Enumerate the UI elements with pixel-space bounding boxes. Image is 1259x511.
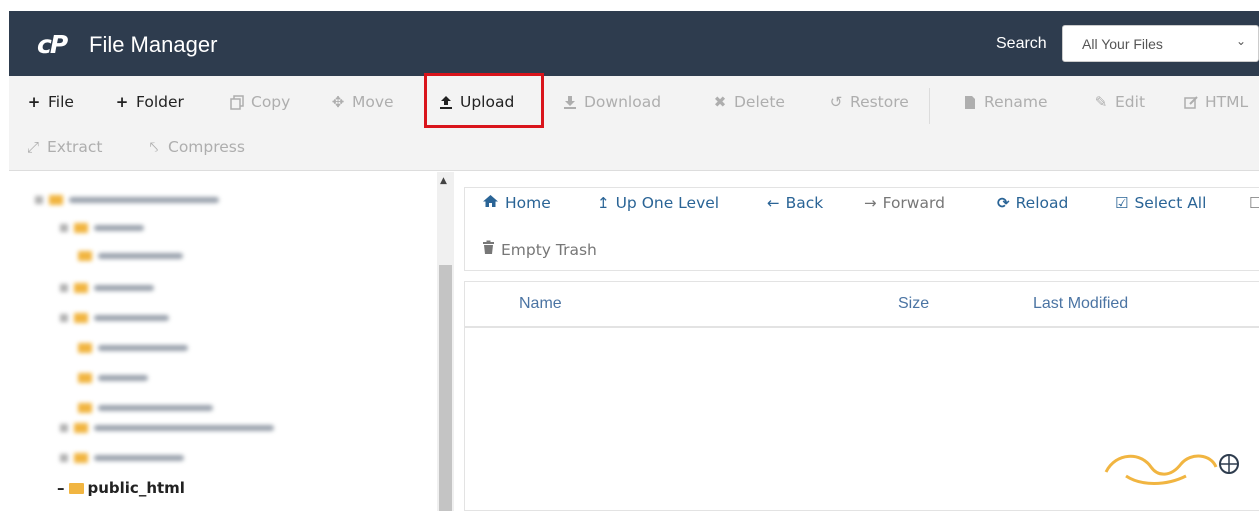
html-edit-icon	[1183, 94, 1199, 110]
search-scope-value: All Your Files	[1082, 36, 1163, 52]
home-button[interactable]: Home	[482, 193, 551, 213]
app-title: File Manager	[89, 32, 218, 57]
refresh-icon: ⟳	[997, 194, 1010, 212]
html-editor-label: HTML	[1205, 93, 1249, 111]
tree-item-label: public_html	[87, 479, 185, 497]
cpanel-logo[interactable]: cP	[37, 31, 68, 59]
forward-button[interactable]: → Forward	[864, 193, 945, 213]
copy-icon	[229, 94, 245, 110]
download-button[interactable]: Download	[562, 92, 661, 112]
search-scope-select[interactable]: All Your Files ⌄	[1062, 25, 1259, 62]
unselect-all-button[interactable]: ☐	[1249, 193, 1259, 213]
tree-item[interactable]	[60, 281, 154, 295]
file-icon	[962, 94, 978, 110]
tree-item[interactable]	[78, 401, 213, 415]
home-label: Home	[505, 194, 551, 212]
app-header: cP File Manager Search All Your Files ⌄	[9, 11, 1259, 76]
tree-item[interactable]	[35, 193, 219, 207]
back-label: Back	[785, 194, 824, 212]
up-one-level-button[interactable]: ↥ Up One Level	[597, 193, 719, 213]
download-label: Download	[584, 93, 662, 111]
new-folder-button[interactable]: + Folder	[114, 92, 184, 112]
undo-icon: ↺	[829, 93, 843, 111]
plus-icon: +	[115, 93, 129, 111]
pencil-icon: ✎	[1094, 93, 1108, 111]
move-button[interactable]: ✥ Move	[330, 92, 394, 112]
column-header-name[interactable]: Name	[519, 295, 562, 313]
delete-button[interactable]: ✖ Delete	[712, 92, 785, 112]
tree-item[interactable]	[60, 421, 274, 435]
table-header: Name Size Last Modified	[465, 282, 1259, 328]
restore-button[interactable]: ↺ Restore	[828, 92, 909, 112]
new-folder-label: Folder	[136, 93, 184, 111]
tree-item[interactable]	[78, 341, 188, 355]
forward-label: Forward	[882, 194, 945, 212]
level-up-icon: ↥	[597, 194, 610, 212]
rename-button[interactable]: Rename	[962, 92, 1048, 112]
extract-button[interactable]: ⤢ Extract	[25, 137, 103, 157]
select-all-label: Select All	[1134, 194, 1207, 212]
chevron-down-icon: ⌄	[1235, 34, 1246, 48]
tree-item[interactable]	[78, 249, 183, 263]
empty-trash-button[interactable]: Empty Trash	[482, 240, 597, 260]
collapse-icon: –	[57, 479, 65, 497]
scroll-up-arrow-icon[interactable]: ▲	[440, 176, 447, 186]
arrow-left-icon: ←	[767, 194, 780, 212]
reload-label: Reload	[1015, 194, 1069, 212]
upload-highlight-box	[424, 73, 544, 128]
new-file-button[interactable]: + File	[26, 92, 74, 112]
checkbox-checked-icon: ☑	[1115, 194, 1129, 212]
checkbox-empty-icon: ☐	[1249, 194, 1259, 212]
rename-label: Rename	[984, 93, 1048, 111]
move-label: Move	[352, 93, 394, 111]
column-header-last-modified[interactable]: Last Modified	[1033, 295, 1128, 313]
empty-trash-label: Empty Trash	[501, 241, 597, 259]
extract-label: Extract	[47, 138, 103, 156]
tree-scroll-thumb[interactable]	[439, 265, 452, 511]
restore-label: Restore	[850, 93, 909, 111]
select-all-button[interactable]: ☑ Select All	[1115, 193, 1206, 213]
compress-label: Compress	[168, 138, 245, 156]
tree-item[interactable]	[60, 451, 184, 465]
copy-label: Copy	[251, 93, 291, 111]
trash-icon	[482, 240, 495, 260]
home-icon	[482, 193, 499, 213]
copy-button[interactable]: Copy	[229, 92, 290, 112]
expand-icon: ⤢	[26, 138, 39, 156]
move-icon: ✥	[331, 93, 345, 111]
search-label: Search	[996, 35, 1047, 52]
edit-label: Edit	[1115, 93, 1146, 111]
folder-icon	[68, 482, 84, 494]
delete-label: Delete	[734, 93, 785, 111]
tree-item[interactable]	[78, 371, 148, 385]
close-icon: ✖	[713, 93, 727, 111]
plus-icon: +	[27, 93, 41, 111]
new-file-label: File	[48, 93, 74, 111]
tree-item-public-html[interactable]: – public_html	[57, 479, 185, 497]
compress-button[interactable]: ⤣ Compress	[146, 137, 245, 157]
tree-item[interactable]	[60, 221, 144, 235]
arrow-right-icon: →	[864, 194, 877, 212]
tree-item[interactable]	[60, 311, 169, 325]
up-one-level-label: Up One Level	[615, 194, 720, 212]
html-editor-button[interactable]: HTML	[1183, 92, 1248, 112]
back-button[interactable]: ← Back	[767, 193, 823, 213]
reload-button[interactable]: ⟳ Reload	[997, 193, 1068, 213]
download-icon	[562, 94, 578, 110]
column-header-size[interactable]: Size	[898, 295, 929, 313]
toolbar-divider	[929, 88, 930, 124]
watermark-logo	[1104, 454, 1239, 485]
compress-icon: ⤣	[149, 138, 159, 156]
edit-button[interactable]: ✎ Edit	[1093, 92, 1145, 112]
